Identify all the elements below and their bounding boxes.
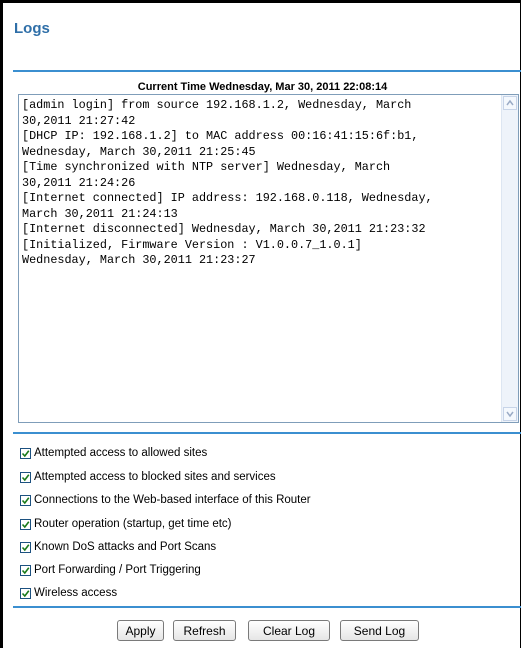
checkbox-wireless-access[interactable] bbox=[20, 587, 31, 599]
option-label: Attempted access to blocked sites and se… bbox=[34, 471, 276, 483]
checkmark-icon bbox=[21, 473, 30, 481]
checkbox-port-forwarding[interactable] bbox=[20, 564, 31, 576]
checkbox-dos-attacks[interactable] bbox=[20, 541, 31, 553]
scroll-down-button[interactable] bbox=[503, 407, 517, 421]
option-blocked-sites[interactable]: Attempted access to blocked sites and se… bbox=[20, 470, 276, 484]
refresh-button[interactable]: Refresh bbox=[173, 620, 236, 641]
option-label: Attempted access to allowed sites bbox=[34, 447, 208, 459]
scroll-up-button[interactable] bbox=[503, 96, 517, 110]
checkbox-router-operation[interactable] bbox=[20, 518, 31, 530]
option-web-interface[interactable]: Connections to the Web-based interface o… bbox=[20, 493, 311, 507]
option-allowed-sites[interactable]: Attempted access to allowed sites bbox=[20, 446, 207, 460]
option-router-operation[interactable]: Router operation (startup, get time etc) bbox=[20, 517, 232, 531]
option-wireless-access[interactable]: Wireless access bbox=[20, 586, 117, 600]
option-label: Wireless access bbox=[34, 587, 118, 599]
checkmark-icon bbox=[21, 589, 30, 597]
checkmark-icon bbox=[21, 520, 30, 528]
header-divider bbox=[13, 70, 521, 72]
checkmark-icon bbox=[21, 449, 30, 457]
footer-divider bbox=[13, 606, 521, 608]
checkmark-icon bbox=[21, 496, 30, 504]
send-log-button[interactable]: Send Log bbox=[340, 620, 419, 641]
option-dos-attacks[interactable]: Known DoS attacks and Port Scans bbox=[20, 540, 216, 554]
checkbox-web-interface[interactable] bbox=[20, 494, 31, 506]
log-scrollbar[interactable] bbox=[501, 95, 518, 422]
apply-button[interactable]: Apply bbox=[117, 620, 164, 641]
option-label: Connections to the Web-based interface o… bbox=[34, 494, 311, 506]
checkmark-icon bbox=[21, 543, 30, 551]
option-label: Router operation (startup, get time etc) bbox=[34, 518, 232, 530]
checkmark-icon bbox=[21, 566, 30, 574]
arrow-up-icon bbox=[506, 99, 514, 106]
option-label: Port Forwarding / Port Triggering bbox=[34, 564, 201, 576]
clear-log-button[interactable]: Clear Log bbox=[248, 620, 330, 641]
log-text: [admin login] from source 192.168.1.2, W… bbox=[22, 98, 433, 267]
option-label: Known DoS attacks and Port Scans bbox=[34, 541, 217, 553]
page-title: Logs bbox=[14, 20, 50, 37]
option-port-forwarding[interactable]: Port Forwarding / Port Triggering bbox=[20, 563, 201, 577]
current-time-label: Current Time Wednesday, Mar 30, 2011 22:… bbox=[137, 81, 388, 93]
log-divider bbox=[13, 432, 521, 434]
checkbox-blocked-sites[interactable] bbox=[20, 471, 31, 483]
checkbox-allowed-sites[interactable] bbox=[20, 447, 31, 459]
log-textarea[interactable]: [admin login] from source 192.168.1.2, W… bbox=[18, 94, 519, 423]
arrow-down-icon bbox=[506, 411, 514, 418]
action-buttons: Apply Refresh Clear Log Send Log bbox=[0, 620, 525, 642]
